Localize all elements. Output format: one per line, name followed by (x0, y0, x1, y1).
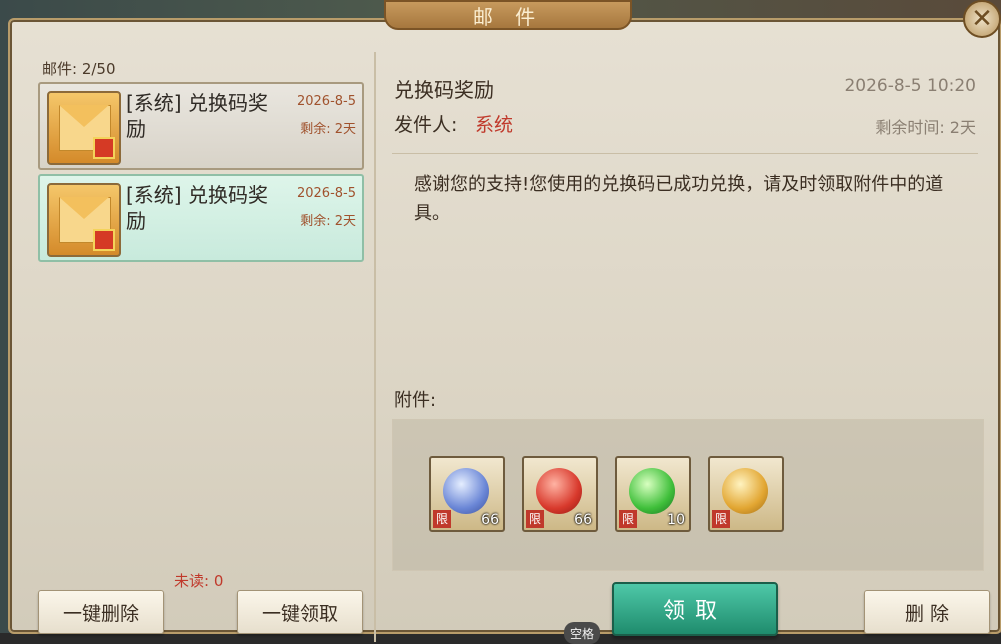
remaining-time: 剩余时间: 2天 (875, 118, 976, 137)
mail-list-panel: 邮件: 2/50 [系统] 兑换码奖励 2026-8-5 剩余: 2天 [系统]… (24, 52, 376, 642)
mail-expire: 剩余: 2天 (300, 214, 356, 229)
attachment-slot[interactable]: 限 10 (615, 456, 691, 532)
sender-label: 发件人: (394, 114, 458, 136)
gold-bag-icon (722, 468, 768, 514)
close-icon[interactable]: ✕ (963, 0, 1001, 38)
attachments-box: 限 66 限 66 限 10 限 (392, 419, 984, 571)
delete-all-button[interactable]: 一键删除 (38, 590, 164, 634)
sender-name: 系统 (475, 114, 514, 136)
mail-list-item-selected[interactable]: [系统] 兑换码奖励 2026-8-5 剩余: 2天 (38, 174, 364, 262)
envelope-icon (47, 91, 121, 165)
mail-date: 2026-8-5 (296, 186, 356, 201)
attachment-slot[interactable]: 限 66 (429, 456, 505, 532)
attachment-qty: 66 (481, 512, 499, 528)
mail-body: 感谢您的支持!您使用的兑换码已成功兑换，请及时领取附件中的道具。 (414, 174, 944, 224)
blue-gem-icon (443, 468, 489, 514)
mail-subject: [系统] 兑换码奖励 (126, 183, 268, 233)
mail-window: 邮件: 2/50 [系统] 兑换码奖励 2026-8-5 剩余: 2天 [系统]… (8, 18, 1001, 644)
gift-icon (93, 137, 115, 159)
mail-count: 邮件: 2/50 (42, 60, 116, 78)
mail-detail-subject: 兑换码奖励 (394, 78, 494, 102)
mail-date: 2026-8-5 (296, 94, 356, 109)
divider (392, 153, 978, 154)
delete-button[interactable]: 删 除 (864, 590, 990, 634)
gift-icon (93, 229, 115, 251)
attachment-qty: 10 (667, 512, 685, 528)
attachment-slot[interactable]: 限 66 (522, 456, 598, 532)
limit-badge: 限 (619, 510, 637, 528)
claim-all-button[interactable]: 一键领取 (237, 590, 363, 634)
mail-detail-date: 2026-8-5 10:20 (844, 76, 976, 96)
green-gem-icon (629, 468, 675, 514)
mail-list-item[interactable]: [系统] 兑换码奖励 2026-8-5 剩余: 2天 (38, 82, 364, 170)
mail-subject: [系统] 兑换码奖励 (126, 91, 268, 141)
attachment-slot[interactable]: 限 (708, 456, 784, 532)
unread-count: 未读: 0 (174, 572, 224, 590)
mail-expire: 剩余: 2天 (300, 122, 356, 137)
attachments-label: 附件: (394, 390, 437, 411)
attachment-qty: 66 (574, 512, 592, 528)
window-title-plaque: 邮 件 (384, 0, 632, 30)
envelope-icon (47, 183, 121, 257)
claim-button[interactable]: 领取 (612, 582, 778, 636)
limit-badge: 限 (526, 510, 544, 528)
limit-badge: 限 (433, 510, 451, 528)
red-gem-icon (536, 468, 582, 514)
space-key-hint: 空格 (564, 622, 600, 644)
limit-badge: 限 (712, 510, 730, 528)
window-title: 邮 件 (472, 4, 544, 29)
mail-detail-panel: 兑换码奖励 2026-8-5 10:20 发件人: 系统 剩余时间: 2天 感谢… (382, 52, 992, 644)
